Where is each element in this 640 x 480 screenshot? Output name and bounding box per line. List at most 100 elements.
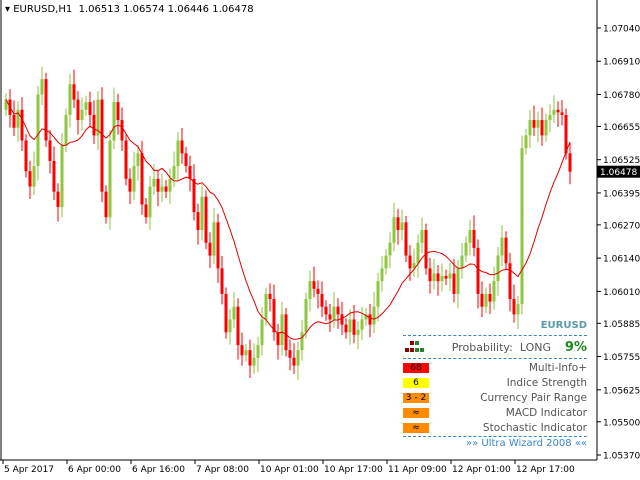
x-tick-label: 6 Apr 16:00 bbox=[132, 465, 185, 475]
bear-candle bbox=[488, 293, 492, 302]
bear-candle bbox=[180, 140, 184, 154]
bull-candle bbox=[200, 196, 204, 230]
bull-candle bbox=[260, 319, 264, 346]
bear-candle bbox=[72, 84, 76, 100]
bull-candle bbox=[228, 319, 232, 333]
bear-candle bbox=[140, 153, 144, 205]
bull-candle bbox=[492, 281, 496, 302]
x-tick-label: 12 Apr 17:00 bbox=[516, 465, 575, 475]
probability-row: Probability: LONG 9% bbox=[403, 337, 587, 357]
bear-candle bbox=[268, 293, 272, 300]
x-tick-label: 6 Apr 00:00 bbox=[68, 465, 121, 475]
bull-candle bbox=[360, 319, 364, 330]
bear-candle bbox=[28, 171, 32, 187]
bear-candle bbox=[224, 293, 228, 333]
bull-candle bbox=[296, 350, 300, 366]
bull-candle bbox=[80, 109, 84, 121]
indicator-row: ≈ MACD Indicator bbox=[403, 405, 587, 420]
bull-candle bbox=[484, 293, 488, 307]
bear-candle bbox=[76, 99, 80, 121]
bear-candle bbox=[560, 112, 564, 115]
bull-candle bbox=[516, 304, 520, 315]
y-tick-label: 1.06270 bbox=[603, 221, 640, 231]
bear-candle bbox=[240, 345, 244, 356]
bull-candle bbox=[544, 120, 548, 136]
bull-candle bbox=[332, 306, 336, 320]
indicator-row: 6 Indice Strength bbox=[403, 375, 587, 390]
ohlc-low: 1.06446 bbox=[167, 4, 210, 15]
bear-candle bbox=[292, 357, 296, 366]
y-tick-label: 1.05370 bbox=[603, 452, 640, 462]
bull-candle bbox=[372, 306, 376, 325]
bear-candle bbox=[184, 153, 188, 167]
bear-candle bbox=[288, 350, 292, 358]
bear-candle bbox=[508, 263, 512, 300]
bull-candle bbox=[468, 229, 472, 243]
bear-candle bbox=[124, 140, 128, 179]
bull-candle bbox=[304, 299, 308, 333]
x-tick-label: 11 Apr 09:00 bbox=[388, 465, 447, 475]
bear-candle bbox=[120, 120, 124, 141]
y-tick-label: 1.06395 bbox=[603, 189, 640, 199]
bull-candle bbox=[464, 242, 468, 256]
signal-dots-icon bbox=[405, 341, 424, 352]
y-tick-label: 1.05885 bbox=[603, 320, 640, 330]
bull-candle bbox=[524, 135, 528, 149]
bull-candle bbox=[32, 166, 36, 187]
bull-candle bbox=[496, 255, 500, 282]
bear-candle bbox=[320, 293, 324, 307]
bull-candle bbox=[168, 178, 172, 192]
bear-candle bbox=[336, 306, 340, 315]
indicator-badge: 68 bbox=[403, 362, 429, 373]
x-tick-label: 10 Apr 01:00 bbox=[260, 465, 319, 475]
divider bbox=[403, 335, 587, 336]
indicator-badge: 6 bbox=[403, 377, 429, 388]
bear-candle bbox=[48, 140, 52, 161]
bear-candle bbox=[52, 160, 56, 192]
bull-candle bbox=[456, 268, 460, 294]
indicator-row: ≈ Stochastic Indicator bbox=[403, 420, 587, 435]
bear-candle bbox=[532, 120, 536, 128]
bear-candle bbox=[164, 186, 168, 192]
bull-candle bbox=[300, 332, 304, 351]
indicator-label: Currency Pair Range bbox=[480, 391, 587, 404]
bull-candle bbox=[160, 186, 164, 192]
bear-candle bbox=[328, 314, 332, 320]
bear-candle bbox=[436, 273, 440, 282]
bear-candle bbox=[216, 222, 220, 269]
indicator-label: Multi-Info+ bbox=[528, 361, 587, 374]
y-tick-label: 1.06525 bbox=[603, 156, 640, 166]
ohlc-close: 1.06478 bbox=[212, 4, 254, 15]
bear-candle bbox=[564, 114, 568, 154]
divider bbox=[403, 436, 587, 437]
y-tick-label: 1.06655 bbox=[603, 123, 640, 133]
bull-candle bbox=[212, 222, 216, 256]
bull-candle bbox=[132, 166, 136, 192]
bear-candle bbox=[12, 114, 16, 128]
bull-candle bbox=[280, 314, 284, 346]
y-tick-label: 1.07040 bbox=[603, 25, 640, 35]
bull-candle bbox=[60, 145, 64, 207]
bull-candle bbox=[244, 350, 248, 356]
y-tick-label: 1.05755 bbox=[603, 353, 640, 363]
bear-candle bbox=[192, 178, 196, 213]
y-tick-label: 1.05500 bbox=[603, 418, 640, 428]
ultra-wizard-panel: EURUSD Probability: LONG 9% 68 Multi-Info… bbox=[403, 320, 587, 449]
bear-candle bbox=[104, 191, 108, 218]
probability-value: 9% bbox=[564, 339, 587, 355]
bull-candle bbox=[172, 166, 176, 179]
bear-candle bbox=[188, 166, 192, 179]
y-tick-label: 1.06910 bbox=[603, 58, 640, 68]
bull-candle bbox=[552, 109, 556, 115]
x-tick-label: 12 Apr 01:00 bbox=[452, 465, 511, 475]
bull-candle bbox=[68, 84, 72, 115]
bull-candle bbox=[84, 102, 88, 110]
ohlc-open: 1.06513 bbox=[78, 4, 120, 15]
bull-candle bbox=[148, 186, 152, 218]
bear-candle bbox=[56, 191, 60, 207]
bear-candle bbox=[316, 288, 320, 294]
bear-candle bbox=[272, 299, 276, 333]
bear-candle bbox=[20, 109, 24, 141]
bull-candle bbox=[308, 281, 312, 300]
bull-candle bbox=[448, 273, 452, 279]
